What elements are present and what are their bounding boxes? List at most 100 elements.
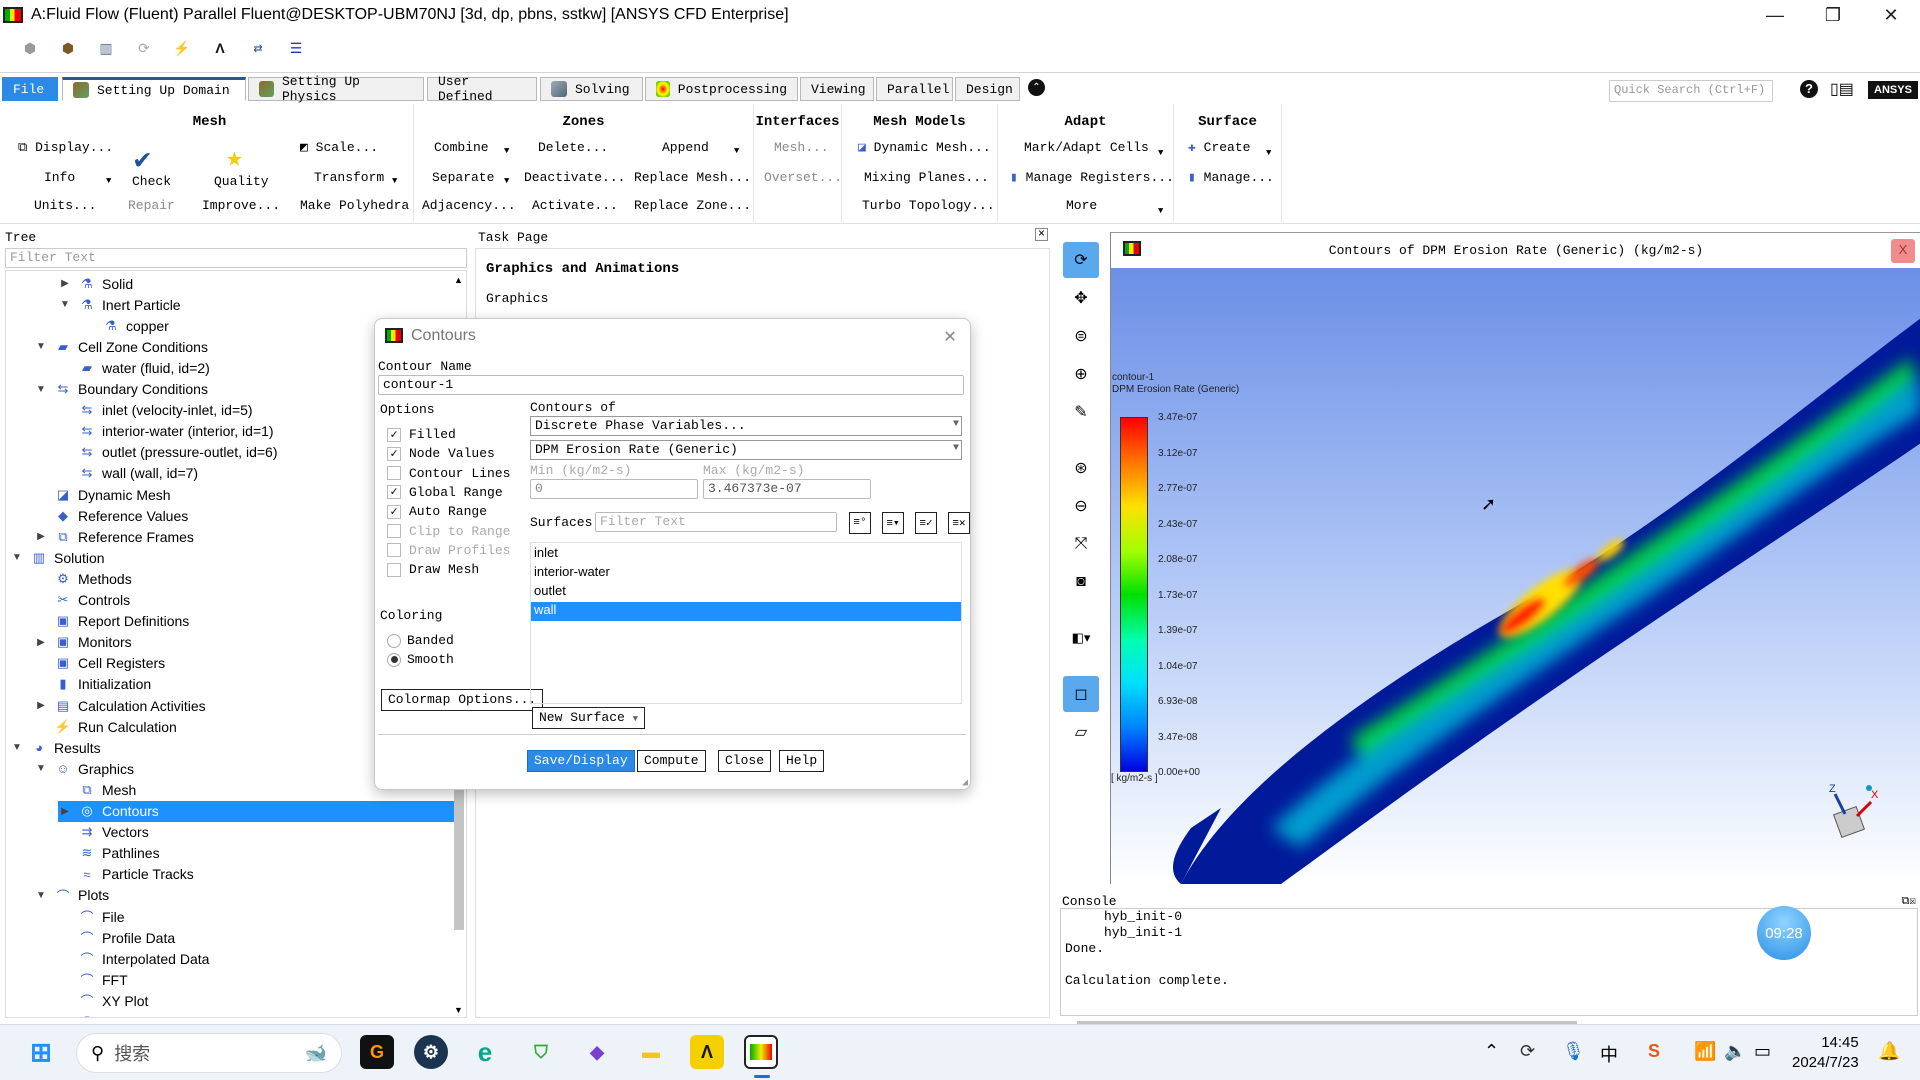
tree-item[interactable]: ▮ Initialization — [34, 674, 151, 695]
colormap-options-button[interactable]: Colormap Options... — [381, 689, 544, 711]
zoom-out-icon[interactable]: ⊖ — [1063, 488, 1099, 524]
ansys-a-icon[interactable]: Λ — [210, 38, 230, 58]
tree-item[interactable]: ⇆ outlet (pressure-outlet, id=6) — [58, 442, 278, 463]
perspective-icon[interactable]: ◻ — [1063, 676, 1099, 712]
tree-item[interactable]: ▶ ⧉ Reference Frames — [34, 526, 194, 547]
tab-setting-up-physics[interactable]: Setting Up Physics — [248, 74, 424, 104]
clock[interactable]: 14:45 2024/7/23 — [1792, 1033, 1859, 1073]
tree-item[interactable]: ▼ ⌒ Plots — [34, 885, 109, 906]
surfaces-filter-input[interactable]: Filter Text — [595, 512, 837, 532]
layout-icon[interactable]: ▯▤ — [1830, 79, 1854, 99]
tree-item[interactable]: ▰ water (fluid, id=2) — [58, 357, 210, 378]
option-checkbox[interactable]: Draw Profiles — [387, 543, 510, 558]
tree-item[interactable]: ▶ ▣ Monitors — [34, 632, 132, 653]
collapse-ribbon-icon[interactable]: ⌃ — [1028, 79, 1045, 96]
tree-item[interactable]: ▶ ▤ Calculation Activities — [34, 695, 205, 716]
tree-item[interactable]: ◆ Reference Values — [34, 505, 188, 526]
tree-item[interactable]: ▼ ▰ Cell Zone Conditions — [34, 336, 208, 357]
tab-setting-up-domain[interactable]: Setting Up Domain — [62, 77, 246, 101]
tree-filter-input[interactable]: Filter Text — [5, 248, 467, 268]
option-checkbox[interactable]: ✓ Filled — [387, 427, 456, 442]
tree-item[interactable]: ⌒ File — [58, 906, 124, 927]
probe-icon[interactable]: ✎ — [1063, 394, 1099, 430]
pan-icon[interactable]: ✥ — [1063, 280, 1099, 316]
scroll-thumb[interactable] — [454, 785, 464, 930]
transform-button[interactable]: Transform — [314, 170, 384, 185]
tree-item[interactable]: ▼ ⇆ Boundary Conditions — [34, 379, 208, 400]
fluent-icon[interactable] — [744, 1035, 778, 1069]
graphics-viewport[interactable]: contour-1 DPM Erosion Rate (Generic) 3.47… — [1111, 268, 1920, 884]
chevron-down-icon[interactable]: ▼ — [106, 176, 111, 186]
min-input[interactable]: 0 — [530, 479, 698, 499]
close-icon[interactable]: × — [1035, 228, 1048, 241]
expanded-toggle-icon[interactable]: ▼ — [34, 384, 48, 395]
tree-item[interactable]: ≈ Particle Tracks — [58, 864, 193, 885]
activate-button[interactable]: Activate... — [532, 198, 618, 213]
combine-button[interactable]: Combine — [434, 140, 489, 155]
surface-list-item[interactable]: interior-water — [531, 564, 961, 583]
tab-postprocessing[interactable]: Postprocessing — [645, 77, 798, 101]
volume-icon[interactable]: 🔈 — [1724, 1041, 1746, 1062]
help-icon[interactable]: ? — [1800, 80, 1818, 98]
surface-list-item[interactable]: inlet — [531, 545, 961, 564]
chevron-down-icon[interactable]: ▼ — [1158, 148, 1163, 158]
graphics-close-button[interactable]: X — [1891, 239, 1915, 263]
zoom-box-icon[interactable]: ⊛ — [1063, 450, 1099, 486]
contour-name-input[interactable]: contour-1 — [378, 375, 964, 395]
chevron-down-icon[interactable]: ▼ — [1158, 206, 1163, 216]
overset-button[interactable]: Overset... — [764, 170, 842, 185]
tree-item[interactable]: ▼ ▥ Solution — [10, 547, 105, 568]
start-icon[interactable]: ⊞ — [24, 1035, 58, 1069]
ansys-icon[interactable]: Λ — [690, 1035, 724, 1069]
microphone-icon[interactable]: 🎙 — [1562, 1041, 1585, 1062]
option-checkbox[interactable]: ✓ Global Range — [387, 485, 503, 500]
file-explorer-icon[interactable]: ▬ — [634, 1035, 668, 1069]
option-checkbox[interactable]: ✓ Auto Range — [387, 504, 487, 519]
coloring-radio[interactable]: Banded — [387, 633, 454, 648]
wifi-icon[interactable]: 📶 — [1694, 1041, 1716, 1062]
replace-mesh-button[interactable]: Replace Mesh... — [634, 170, 751, 185]
quality-button[interactable]: Quality — [214, 174, 269, 189]
chevron-down-icon[interactable]: ▼ — [1266, 148, 1271, 158]
expanded-toggle-icon[interactable]: ▼ — [34, 763, 48, 774]
battery-icon[interactable]: ▭ — [1754, 1041, 1771, 1062]
make-polyhedra-button[interactable]: Make Polyhedra — [300, 198, 409, 213]
new-surface-dropdown[interactable]: New Surface ▼ — [532, 707, 646, 729]
tree-item[interactable]: ▣ Cell Registers — [34, 653, 165, 674]
manage-surface-button[interactable]: ▮ Manage... — [1188, 170, 1274, 185]
improve-button[interactable]: Improve... — [202, 198, 280, 213]
surface-list-item[interactable]: wall — [531, 602, 961, 621]
visual-studio-icon[interactable]: ◆ — [580, 1035, 614, 1069]
select-by-type-icon[interactable]: ≡° — [849, 512, 871, 534]
resize-grip-icon[interactable]: ◢ — [962, 777, 968, 789]
notification-bell-icon[interactable]: 🔔 — [1878, 1041, 1900, 1062]
orthographic-icon[interactable]: ▱ — [1063, 714, 1099, 750]
run-icon[interactable]: ⚡ — [172, 38, 192, 58]
adjacency-button[interactable]: Adjacency... — [422, 198, 516, 213]
tree-item[interactable]: ⚗ copper — [82, 315, 169, 336]
replace-zone-button[interactable]: Replace Zone... — [634, 198, 751, 213]
tree-item[interactable]: ▼ ☺ Graphics — [34, 758, 134, 779]
parallel-icon[interactable]: ⇄ — [248, 38, 268, 58]
separate-button[interactable]: Separate — [432, 170, 494, 185]
contours-of-category-select[interactable]: Discrete Phase Variables... ▼ — [530, 416, 962, 436]
shield-app-icon[interactable]: ⛉ — [524, 1035, 558, 1069]
tree-item[interactable]: ⌒ Profile Data — [58, 927, 175, 948]
chevron-down-icon[interactable]: ▼ — [504, 176, 509, 186]
quick-search-input[interactable]: Quick Search (Ctrl+F) — [1609, 80, 1773, 102]
tree-item[interactable]: ▶ ◎ Contours — [58, 800, 456, 822]
tree-item[interactable]: ▣ Report Definitions — [34, 611, 189, 632]
select-all-icon[interactable]: ≡✓ — [915, 512, 937, 534]
repair-button[interactable]: Repair — [128, 198, 175, 213]
tree-item[interactable]: ⌒ Interpolated Data — [58, 948, 209, 969]
tree-item[interactable]: ⌒ XY Plot — [58, 990, 148, 1011]
minimize-button[interactable]: — — [1746, 0, 1804, 30]
more-button[interactable]: More — [1066, 198, 1097, 213]
units-button[interactable]: Units... — [34, 198, 96, 213]
interfaces-mesh-button[interactable]: Mesh... — [774, 140, 829, 155]
append-button[interactable]: Append — [662, 140, 709, 155]
contours-of-variable-select[interactable]: DPM Erosion Rate (Generic) ▼ — [530, 440, 962, 460]
dialog-close-button[interactable]: ✕ — [944, 323, 956, 349]
option-checkbox[interactable]: Draw Mesh — [387, 562, 479, 577]
close-icon[interactable]: ☒ — [1909, 896, 1916, 908]
